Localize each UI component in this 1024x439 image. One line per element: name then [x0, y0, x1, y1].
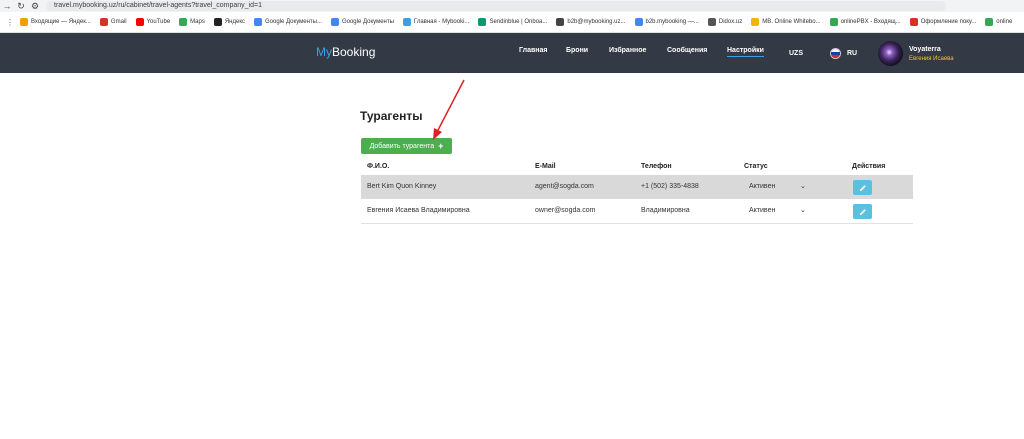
favicon-icon — [254, 18, 263, 26]
favicon-icon — [909, 18, 918, 26]
chevron-down-icon[interactable]: ⌄ — [800, 182, 806, 190]
edit-button[interactable] — [853, 204, 872, 219]
favicon-icon — [135, 18, 144, 26]
nav-settings[interactable]: Настройки — [727, 47, 764, 57]
bookmark-item[interactable]: Главная - Mybooki... — [402, 18, 470, 26]
status-select[interactable]: Активен — [749, 183, 775, 190]
page-title: Турагенты — [360, 109, 423, 123]
bookmark-label: Didox.uz — [718, 19, 743, 25]
avatar[interactable] — [878, 41, 903, 66]
bookmark-label: Главная - Mybooki... — [413, 19, 470, 25]
bookmark-label: Оформление поку... — [920, 19, 977, 25]
bookmark-label: Google Документы... — [265, 19, 322, 25]
table-row: Bert Kim Quon Kinney agent@sogda.com +1 … — [361, 175, 913, 200]
favicon-icon — [99, 18, 108, 26]
bookmark-label: onlinePBX - Входящ... — [840, 19, 901, 25]
bookmark-item[interactable]: Google Документы... — [254, 18, 322, 26]
app-header: MyBooking Главная Брони Избранное Сообще… — [0, 33, 1024, 73]
bookmark-item[interactable]: Яндекс — [213, 18, 246, 26]
bookmark-label: Maps — [190, 19, 205, 25]
edit-button[interactable] — [853, 180, 872, 195]
nav-messages[interactable]: Сообщения — [667, 47, 707, 54]
favicon-icon — [478, 18, 487, 26]
bookmark-label: Gmail — [110, 19, 127, 25]
bookmark-item[interactable]: online — [985, 18, 1012, 26]
nav-home[interactable]: Главная — [519, 47, 547, 54]
favicon-icon — [556, 18, 565, 26]
agent-phone: Владимировна — [641, 207, 690, 214]
plus-icon: + — [438, 141, 444, 151]
favicon-icon — [985, 18, 994, 26]
pencil-icon — [859, 184, 866, 191]
favicon-icon — [179, 18, 188, 26]
column-header-status: Статус — [744, 163, 768, 170]
bookmark-item[interactable]: Sendinblue | Onboa... — [478, 18, 547, 26]
agent-email: owner@sogda.com — [535, 207, 596, 214]
apps-grid-icon[interactable]: ⋮ — [6, 18, 14, 27]
bookmark-label: online — [996, 19, 1013, 25]
bookmark-item[interactable]: Didox.uz — [707, 18, 743, 26]
user-name[interactable]: Voyaterra — [909, 46, 941, 53]
bookmark-label: YouTube — [146, 19, 171, 25]
bookmark-label: b2b.mybooking —... — [645, 19, 699, 25]
reload-icon[interactable]: ↻ — [14, 1, 28, 12]
russia-flag-icon[interactable] — [830, 48, 841, 59]
language-selector[interactable]: RU — [847, 50, 857, 57]
agent-name: Bert Kim Quon Kinney — [367, 183, 437, 190]
user-subtitle: Евгения Исаева — [909, 56, 954, 62]
agent-phone: +1 (502) 335-4838 — [641, 183, 699, 190]
bookmark-item[interactable]: Google Документы — [330, 18, 394, 26]
bookmark-label: Sendinblue | Onboa... — [489, 19, 548, 25]
add-button-label: Добавить турагента — [369, 142, 435, 150]
bookmark-label: MB. Online Whitebo... — [762, 19, 821, 25]
browser-toolbar: → ↻ ⚙ travel.mybooking.uz/ru/cabinet/tra… — [0, 0, 1024, 12]
favicon-icon — [707, 18, 716, 26]
favicon-icon — [634, 18, 643, 26]
status-select[interactable]: Активен — [749, 207, 775, 214]
bookmark-item[interactable]: Оформление поку... — [909, 18, 977, 26]
chevron-down-icon[interactable]: ⌄ — [800, 206, 806, 214]
favicon-icon — [751, 18, 760, 26]
bookmark-label: b2b@mybooking.uz... — [567, 19, 626, 25]
bookmarks-bar: ⋮ Входящие — Яндек... Gmail YouTube Maps Янд… — [0, 12, 1024, 33]
favicon-icon — [402, 18, 411, 26]
bookmark-item[interactable]: b2b@mybooking.uz... — [556, 18, 626, 26]
bookmark-label: Google Документы — [341, 19, 394, 25]
currency-selector[interactable]: UZS — [789, 50, 803, 57]
table-row: Евгения Исаева Владимировна owner@sogda.… — [361, 199, 913, 224]
pencil-icon — [859, 208, 866, 215]
agent-name: Евгения Исаева Владимировна — [367, 207, 470, 214]
nav-favorites[interactable]: Избранное — [609, 47, 646, 54]
bookmark-item[interactable]: b2b.mybooking —... — [634, 18, 699, 26]
bookmark-item[interactable]: onlinePBX - Входящ... — [829, 18, 901, 26]
bookmark-item[interactable]: Gmail — [99, 18, 127, 26]
logo[interactable]: MyBooking — [316, 45, 375, 59]
column-header-phone: Телефон — [641, 163, 672, 170]
bookmark-label: Входящие — Яндек... — [31, 19, 91, 25]
back-arrow-icon[interactable]: → — [0, 1, 14, 11]
column-header-name: Ф.И.О. — [367, 163, 390, 170]
address-bar[interactable]: travel.mybooking.uz/ru/cabinet/travel-ag… — [46, 1, 946, 11]
bookmark-item[interactable]: MB. Online Whitebo... — [751, 18, 821, 26]
favicon-icon — [213, 18, 222, 26]
column-header-email: E-Mail — [535, 163, 556, 170]
site-info-icon[interactable]: ⚙ — [28, 1, 42, 12]
favicon-icon — [20, 18, 28, 26]
nav-bookings[interactable]: Брони — [566, 47, 588, 54]
favicon-icon — [330, 18, 339, 26]
agent-email: agent@sogda.com — [535, 183, 594, 190]
bookmark-item[interactable]: YouTube — [135, 18, 171, 26]
column-header-actions: Действия — [852, 163, 886, 170]
bookmark-item[interactable]: Входящие — Яндек... — [20, 18, 91, 26]
bookmark-item[interactable]: Maps — [179, 18, 205, 26]
bookmark-label: Яндекс — [224, 19, 246, 25]
favicon-icon — [829, 18, 838, 26]
add-travel-agent-button[interactable]: Добавить турагента + — [361, 138, 452, 154]
